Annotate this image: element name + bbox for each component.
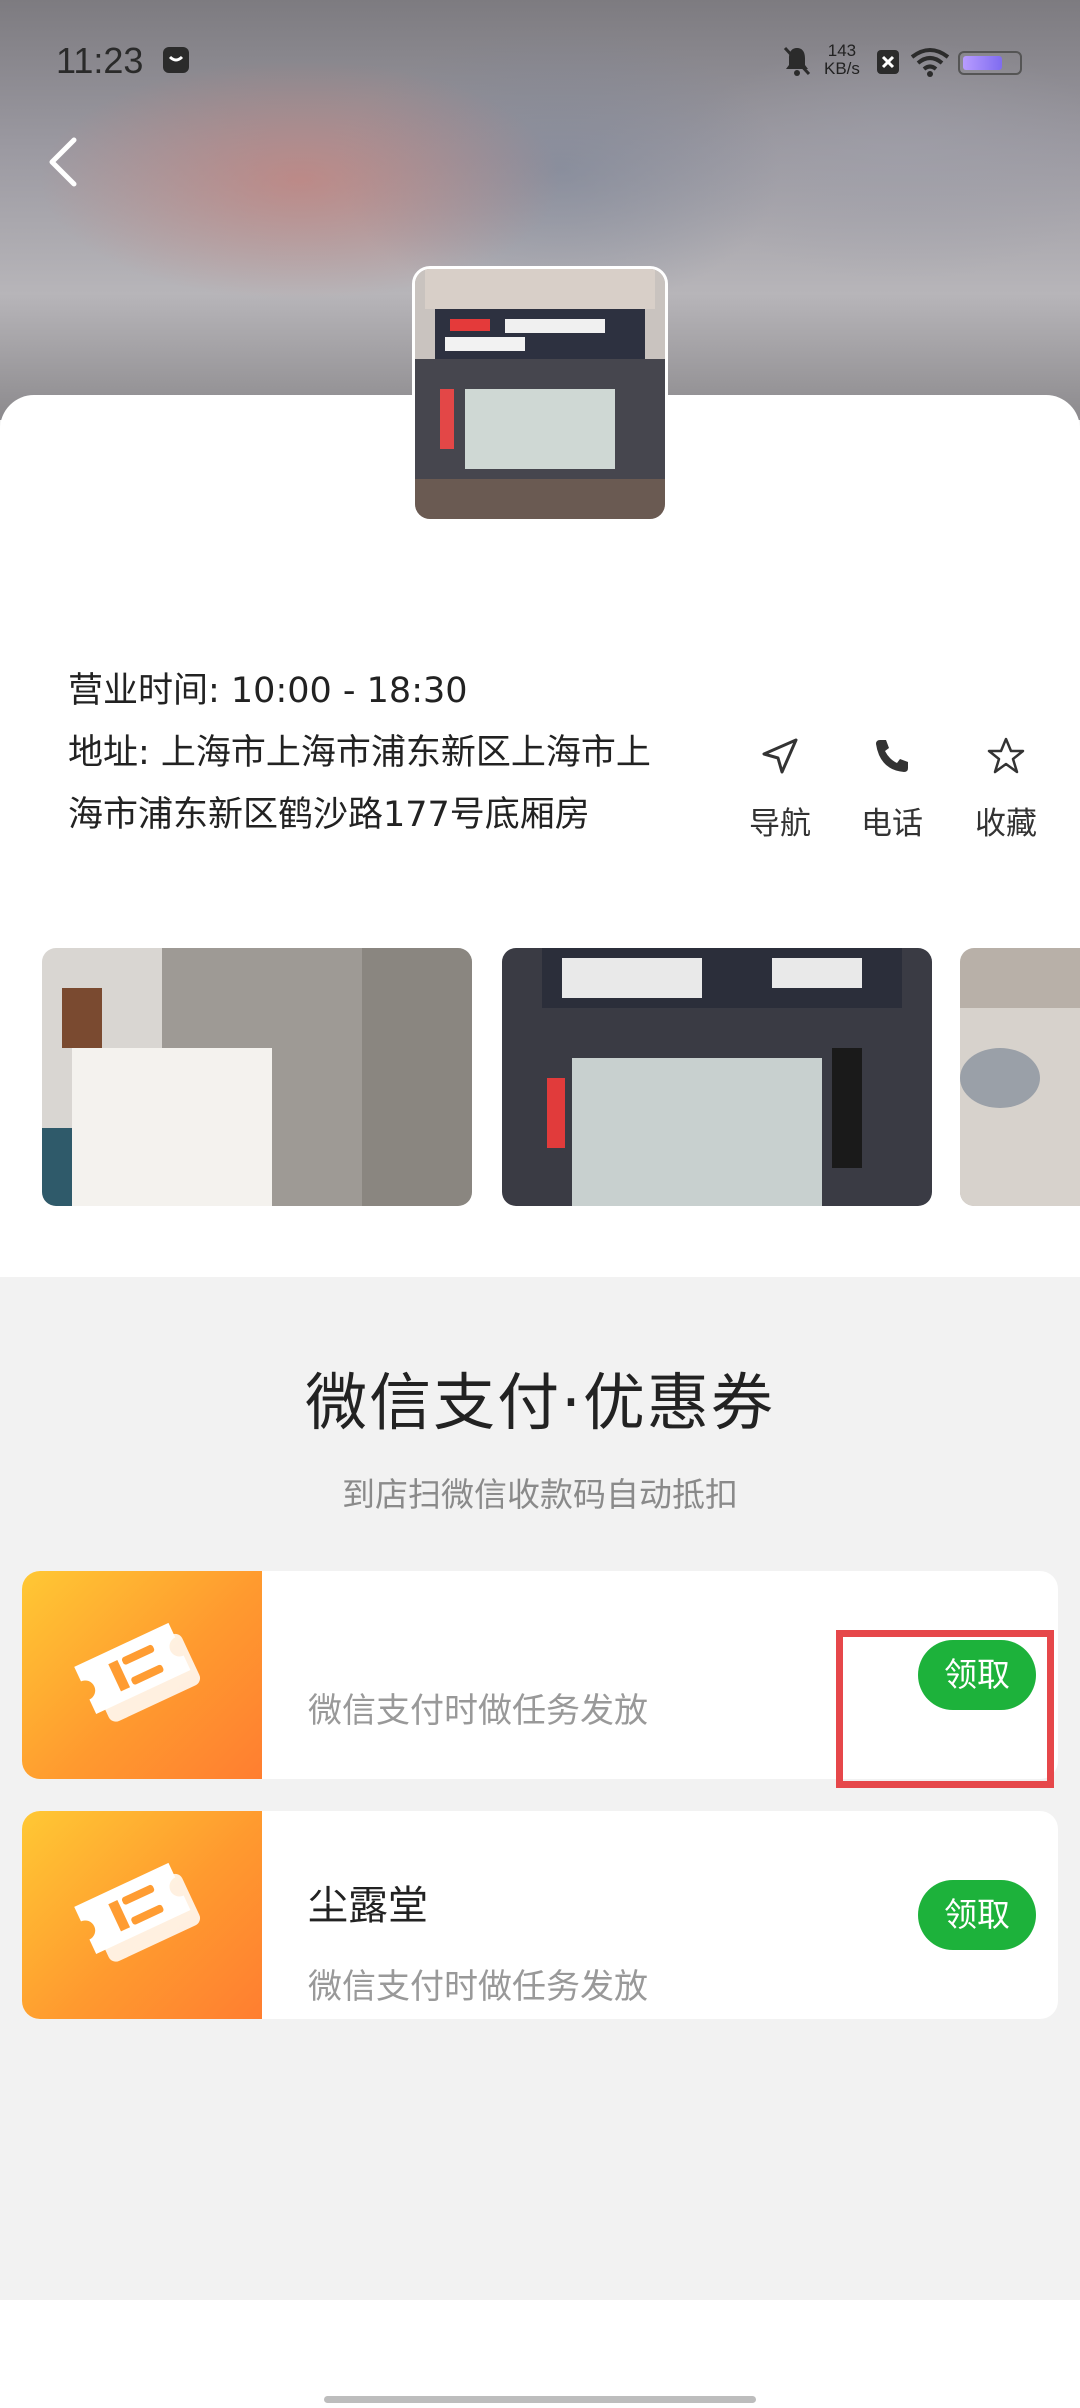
back-button[interactable]: [44, 134, 84, 190]
sim-x-icon: [877, 50, 899, 74]
store-photo-gallery[interactable]: [42, 948, 1080, 1206]
store-photo[interactable]: [960, 948, 1080, 1206]
store-actions: 导航 电话 收藏: [730, 728, 1060, 858]
store-logo-image: [412, 266, 668, 522]
store-photo[interactable]: [42, 948, 472, 1206]
wifi-icon: [910, 48, 950, 77]
coupon-description: 微信支付时做任务发放: [308, 1691, 648, 1731]
bottom-bar: [0, 2300, 1080, 2408]
highlight-box: [836, 1630, 1054, 1788]
coupon-section-title: 微信支付·优惠券: [305, 1366, 775, 1439]
ticket-icon: [74, 1862, 201, 1962]
network-speed-value: 143: [827, 41, 857, 60]
mute-icon: [783, 46, 811, 76]
coupon-badge: [22, 1571, 262, 1779]
status-time: 11:23: [56, 40, 144, 81]
coupon-description: 微信支付时做任务发放: [308, 1967, 648, 2007]
favorite-label: 收藏: [975, 806, 1037, 842]
claim-button[interactable]: 领取: [918, 1880, 1036, 1950]
store-photo[interactable]: [502, 948, 932, 1206]
navigate-button[interactable]: 导航: [730, 728, 830, 843]
favorite-button[interactable]: 收藏: [956, 728, 1056, 843]
call-button[interactable]: 电话: [842, 728, 942, 843]
coupon-name: 尘露堂: [308, 1883, 428, 1929]
network-speed: 143 KB/s: [824, 42, 860, 78]
home-indicator[interactable]: [324, 2396, 756, 2403]
battery-icon: [958, 51, 1022, 75]
notification-icon: [163, 47, 189, 73]
store-address: 地址: 上海市上海市浦东新区上海市上海市浦东新区鹤沙路177号底厢房: [68, 733, 651, 835]
coupon-section-subtitle: 到店扫微信收款码自动抵扣: [342, 1475, 738, 1514]
phone-icon: [876, 740, 908, 772]
business-hours: 营业时间: 10:00 - 18:30: [68, 671, 468, 711]
network-speed-unit: KB/s: [824, 59, 860, 78]
status-bar: 11:23 143 KB/s: [0, 0, 1080, 120]
navigation-icon: [762, 738, 798, 774]
ticket-icon: [74, 1622, 201, 1722]
store-details: 营业时间: 10:00 - 18:30 地址: 上海市上海市浦东新区上海市上海市…: [68, 660, 668, 846]
star-icon: [987, 737, 1025, 774]
coupon-card: 尘露堂 微信支付时做任务发放 领取: [22, 1811, 1058, 2019]
navigate-label: 导航: [749, 806, 811, 842]
coupon-badge: [22, 1811, 262, 2019]
call-label: 电话: [861, 806, 923, 842]
